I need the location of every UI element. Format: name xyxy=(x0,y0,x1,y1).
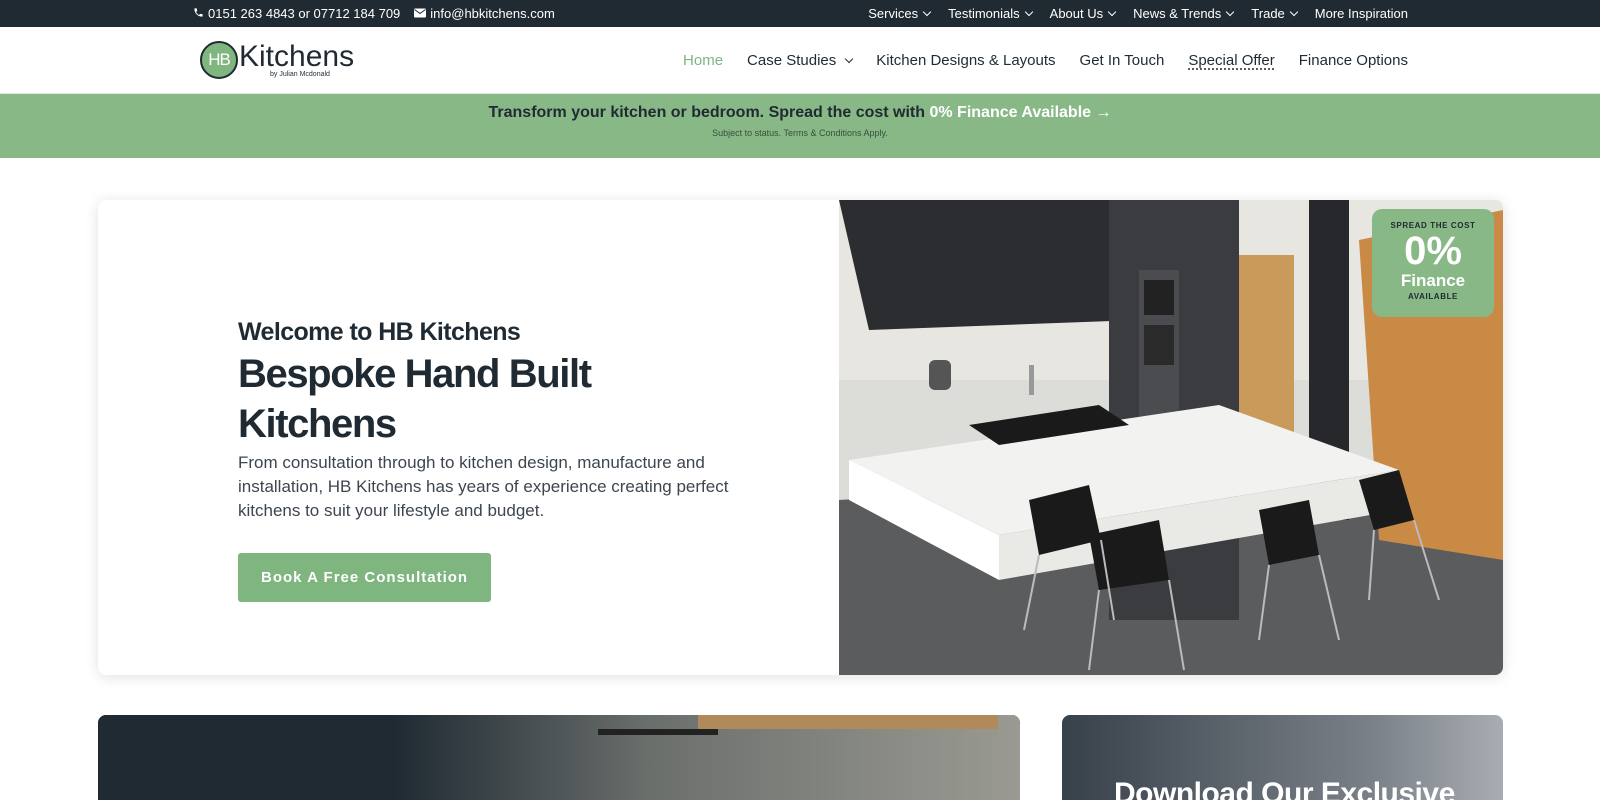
logo-byline: by Julian Mcdonald xyxy=(270,71,330,78)
phone-number: 0151 263 4843 or 07712 184 709 xyxy=(208,6,401,21)
nav-kitchen-designs[interactable]: Kitchen Designs & Layouts xyxy=(876,52,1055,69)
chevron-down-icon xyxy=(922,7,932,16)
topnav-about-us-label: About Us xyxy=(1049,6,1104,21)
badge-percentage: 0% xyxy=(1404,229,1462,273)
site-logo[interactable]: HB Kitchens by Julian Mcdonald xyxy=(200,40,354,80)
hero-title: Bespoke Hand Built Kitchens xyxy=(238,352,592,446)
topnav-testimonials[interactable]: Testimonials xyxy=(948,6,1033,21)
main-nav: Home Case Studies Kitchen Designs & Layo… xyxy=(683,27,1408,94)
promo-headline: Transform your kitchen or bedroom. Sprea… xyxy=(0,104,1600,122)
badge-finance-text: Finance xyxy=(1400,271,1466,290)
topnav-testimonials-label: Testimonials xyxy=(948,6,1020,21)
nav-home-label: Home xyxy=(683,52,724,69)
nav-special-offer[interactable]: Special Offer xyxy=(1188,52,1274,69)
hero-description: From consultation through to kitchen des… xyxy=(238,453,729,520)
hero-text: Welcome to HB Kitchens Bespoke Hand Buil… xyxy=(238,318,758,602)
chevron-down-icon xyxy=(1226,7,1235,16)
phone-icon xyxy=(193,6,204,21)
hero-card: Welcome to HB Kitchens Bespoke Hand Buil… xyxy=(98,200,1503,675)
topnav-services[interactable]: Services xyxy=(868,6,932,21)
nav-home[interactable]: Home xyxy=(683,52,723,69)
topnav-news-trends-label: News & Trends xyxy=(1133,6,1222,21)
logo-mark: HB xyxy=(200,41,238,79)
promo-terms: Subject to status. Terms & Conditions Ap… xyxy=(712,128,888,138)
nav-case-studies[interactable]: Case Studies xyxy=(747,52,854,69)
arrow-right-icon: → xyxy=(1095,104,1112,121)
download-brochure-card[interactable]: Download Our Exclusive xyxy=(1062,715,1503,800)
topnav-trade[interactable]: Trade xyxy=(1251,6,1299,21)
topnav-more-inspiration-label: More Inspiration xyxy=(1314,6,1408,21)
contact-info: 0151 263 4843 or 07712 184 709 info@hbki… xyxy=(193,0,555,27)
nav-kitchen-designs-label: Kitchen Designs & Layouts xyxy=(876,52,1056,69)
chevron-down-icon xyxy=(1024,7,1033,16)
top-bar: 0151 263 4843 or 07712 184 709 info@hbki… xyxy=(0,0,1600,27)
email-link[interactable]: info@hbkitchens.com xyxy=(414,6,555,21)
download-heading: Download Our Exclusive xyxy=(1114,777,1455,800)
top-nav: Services Testimonials About Us News & Tr… xyxy=(868,0,1408,27)
topnav-news-trends[interactable]: News & Trends xyxy=(1133,6,1235,21)
topnav-services-label: Services xyxy=(868,6,919,21)
chevron-down-icon xyxy=(1107,7,1117,16)
finance-promo-banner[interactable]: Transform your kitchen or bedroom. Sprea… xyxy=(0,94,1600,158)
chevron-down-icon xyxy=(845,54,854,63)
book-consultation-button[interactable]: Book A Free Consultation xyxy=(238,553,492,602)
nav-case-studies-label: Case Studies xyxy=(747,52,837,69)
nav-get-in-touch[interactable]: Get In Touch xyxy=(1080,52,1165,69)
nav-finance-options-label: Finance Options xyxy=(1298,52,1408,69)
featured-kitchen-card[interactable] xyxy=(98,715,1020,800)
site-header: HB Kitchens by Julian Mcdonald Home Case… xyxy=(0,27,1600,94)
phone-link[interactable]: 0151 263 4843 or 07712 184 709 xyxy=(193,6,400,21)
topnav-about-us[interactable]: About Us xyxy=(1049,6,1117,21)
topnav-trade-label: Trade xyxy=(1251,6,1285,21)
nav-finance-options[interactable]: Finance Options xyxy=(1299,52,1408,69)
hero-welcome: Welcome to HB Kitchens xyxy=(238,318,521,346)
chevron-down-icon xyxy=(1289,7,1299,16)
badge-bottom-text: AVAILABLE xyxy=(1408,292,1458,301)
topnav-more-inspiration[interactable]: More Inspiration xyxy=(1315,6,1408,21)
email-address: info@hbkitchens.com xyxy=(430,6,555,21)
envelope-icon xyxy=(414,6,427,21)
promo-text: Transform your kitchen or bedroom. Sprea… xyxy=(488,104,926,121)
finance-badge[interactable]: SPREAD THE COST 0% Finance AVAILABLE xyxy=(1372,209,1494,317)
logo-wordmark: Kitchens xyxy=(239,40,355,73)
featured-kitchen-image xyxy=(98,715,1020,800)
promo-highlight: 0% Finance Available xyxy=(929,104,1092,121)
nav-get-in-touch-label: Get In Touch xyxy=(1079,52,1165,69)
nav-special-offer-label: Special Offer xyxy=(1188,52,1275,69)
